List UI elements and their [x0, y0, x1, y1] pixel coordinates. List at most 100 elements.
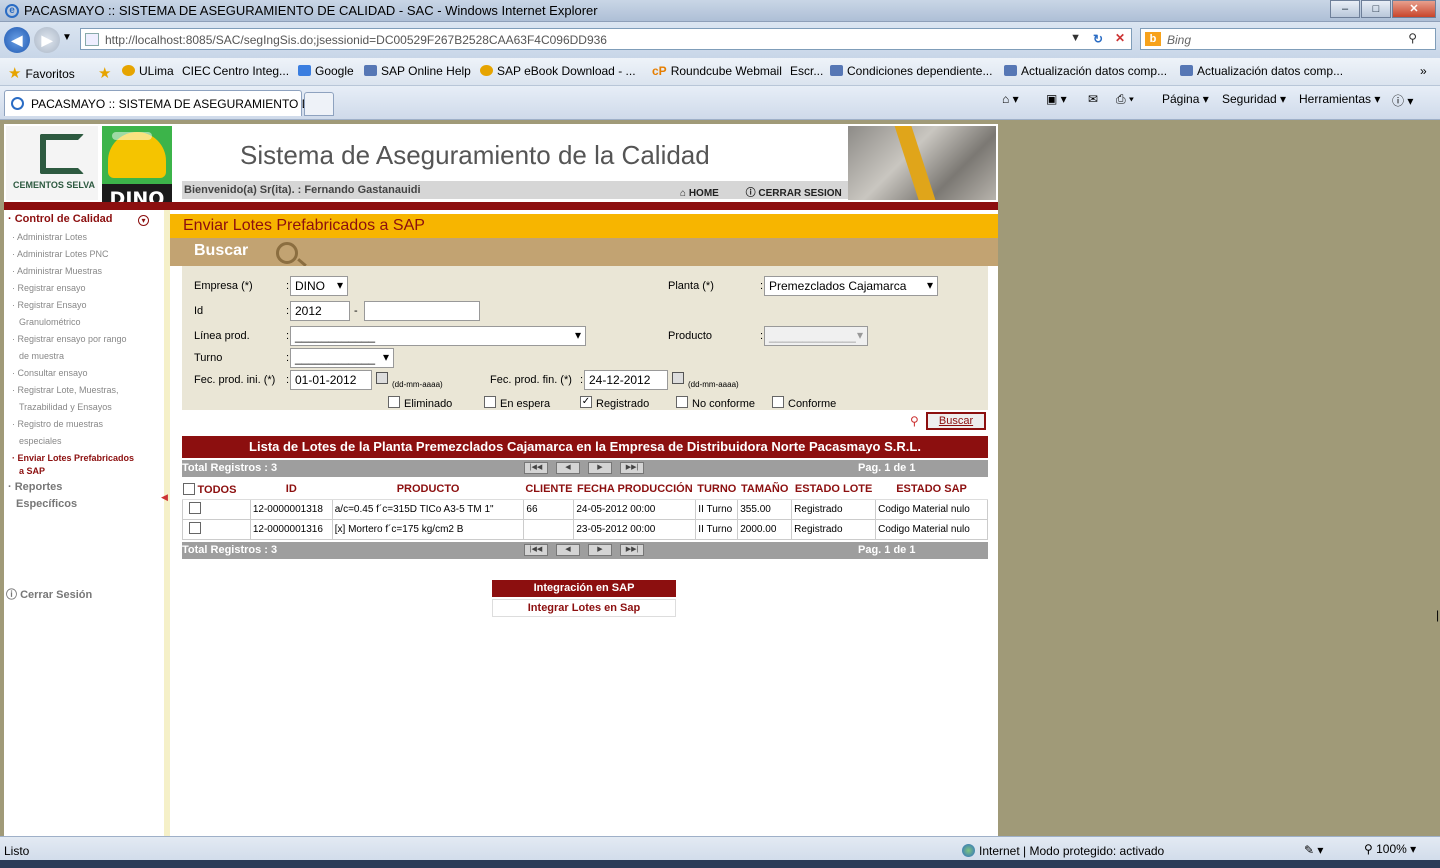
print-icon[interactable]: ⎙ ▾ [1116, 92, 1134, 107]
refresh-icon[interactable]: ↻ [1093, 32, 1103, 46]
sidebar-section-especificos[interactable]: Específicos [16, 498, 77, 510]
search-icon[interactable]: ⚲ [1408, 31, 1417, 45]
sidebar-item-registrar-ensayo-rango[interactable]: · Registrar ensayo por rango [12, 334, 127, 344]
page-menu[interactable]: Página ▾ [1162, 92, 1209, 106]
home-icon[interactable]: ⌂ ▾ [1002, 92, 1019, 106]
fav-roundcube[interactable]: cP Roundcube Webmail [652, 64, 782, 78]
maximize-button[interactable]: □ [1361, 0, 1391, 18]
calendar-ini-icon[interactable] [376, 372, 388, 384]
sidebar-item-enviar-lotes-cont[interactable]: a SAP [19, 466, 45, 476]
search-button[interactable]: Buscar [926, 412, 986, 430]
fav-sap-ebook[interactable]: SAP eBook Download - ... [480, 64, 636, 78]
sidebar-item-consultar-ensayo[interactable]: · Consultar ensayo [12, 368, 88, 378]
planta-select[interactable]: Premezclados Cajamarca [764, 276, 938, 296]
sidebar-item-administrar-lotes[interactable]: · Administrar Lotes [12, 232, 87, 242]
feeds-icon[interactable]: ▣ ▾ [1046, 92, 1067, 106]
search-button-icon: ⚲ [910, 414, 919, 428]
next-page-button[interactable]: ▶ [588, 544, 612, 556]
turno-select[interactable]: ____________ [290, 348, 394, 368]
fav-ulima[interactable]: ULima [122, 64, 174, 78]
sidebar-item-granulometrico-cont[interactable]: Granulométrico [19, 317, 81, 327]
search-field[interactable]: b Bing ⚲ [1140, 28, 1436, 50]
fav-google[interactable]: Google [298, 64, 354, 78]
sidebar-collapse-arrow-icon[interactable]: ◀ [161, 492, 168, 503]
sidebar-logout[interactable]: ⓘ Cerrar Sesión [6, 586, 92, 602]
registrado-checkbox[interactable]: ✓ [580, 396, 592, 408]
tools-menu[interactable]: Herramientas ▾ [1299, 92, 1380, 106]
close-button[interactable]: ✕ [1392, 0, 1436, 18]
sidebar-item-registrar-lote[interactable]: · Registrar Lote, Muestras, [12, 385, 119, 395]
minimize-button[interactable]: – [1330, 0, 1360, 18]
favbar-more-icon[interactable]: » [1420, 64, 1427, 78]
add-favorite-icon[interactable]: ★ [98, 64, 115, 82]
table-row[interactable]: 12-0000001318 a/c=0.45 f´c=315D TICo A3-… [182, 498, 988, 520]
last-page-button[interactable]: ▶▶| [620, 462, 644, 474]
first-page-button[interactable]: |◀◀ [524, 544, 548, 556]
next-page-button[interactable]: ▶ [588, 462, 612, 474]
row-checkbox[interactable] [189, 521, 201, 534]
table-row[interactable]: 12-0000001316 [x] Mortero f´c=175 kg/cm2… [182, 518, 988, 540]
collapse-icon[interactable]: ▾ [138, 215, 149, 226]
sidebar-section-reportes[interactable]: · Reportes [8, 481, 62, 493]
empresa-select[interactable]: DINO [290, 276, 348, 296]
producto-select[interactable]: _____________ [764, 326, 868, 346]
id-separator: - [354, 305, 358, 317]
fav-condiciones[interactable]: Condiciones dependiente... [830, 64, 992, 78]
last-page-button[interactable]: ▶▶| [620, 544, 644, 556]
row-checkbox[interactable] [189, 501, 201, 514]
cell-cliente [523, 518, 575, 540]
col-todos[interactable]: TODOS [182, 480, 251, 500]
url-field[interactable]: http://localhost:8085/SAC/segIngSis.do;j… [80, 28, 1132, 50]
zoom-level[interactable]: ⚲ 100% ▾ [1364, 842, 1416, 856]
back-button[interactable]: ◀ [4, 27, 30, 53]
help-icon[interactable]: ⓘ ▾ [1392, 92, 1413, 109]
linea-select[interactable]: ____________ [290, 326, 586, 346]
home-link[interactable]: ⌂ HOME [680, 188, 719, 199]
sidebar-item-administrar-muestras[interactable]: · Administrar Muestras [12, 266, 102, 276]
select-all-checkbox[interactable] [182, 482, 195, 495]
protected-mode-icon[interactable]: ✎ ▾ [1304, 843, 1323, 857]
conforme-checkbox[interactable] [772, 396, 784, 408]
row-checkbox-cell[interactable] [182, 518, 251, 540]
stop-icon[interactable]: ✕ [1115, 31, 1125, 45]
prev-page-button[interactable]: ◀ [556, 544, 580, 556]
calendar-fin-icon[interactable] [672, 372, 684, 384]
fav-sap-help[interactable]: SAP Online Help [364, 64, 471, 78]
sidebar-section-control-calidad[interactable]: · Control de Calidad [8, 213, 113, 225]
mail-icon[interactable]: ✉ [1088, 92, 1098, 106]
url-dropdown-icon[interactable]: ▼ [1070, 32, 1081, 44]
fav-escr[interactable]: Escr... [790, 64, 823, 78]
sidebar-item-especiales[interactable]: especiales [19, 436, 62, 446]
id-number-input[interactable] [364, 301, 480, 321]
no-conforme-checkbox[interactable] [676, 396, 688, 408]
fecha-fin-input[interactable]: 24-12-2012 [584, 370, 668, 390]
logout-link[interactable]: ⓘ CERRAR SESION [746, 188, 842, 199]
favorites-button[interactable]: ★ Favoritos [8, 64, 75, 82]
first-page-button[interactable]: |◀◀ [524, 462, 548, 474]
eliminado-checkbox[interactable] [388, 396, 400, 408]
fecha-ini-input[interactable]: 01-01-2012 [290, 370, 372, 390]
fav-centro[interactable]: Centro Integ... [213, 64, 289, 78]
security-menu[interactable]: Seguridad ▾ [1222, 92, 1286, 106]
sidebar-item-registrar-ensayo[interactable]: · Registrar ensayo [12, 283, 86, 293]
fav-actualizacion-1[interactable]: Actualización datos comp... [1004, 64, 1167, 78]
sidebar-item-registro-muestras[interactable]: · Registro de muestras [12, 419, 103, 429]
page-title: Enviar Lotes Prefabricados a SAP [183, 217, 425, 234]
tab-active[interactable]: PACASMAYO :: SISTEMA DE ASEGURAMIENTO D.… [4, 90, 320, 116]
en-espera-checkbox[interactable] [484, 396, 496, 408]
row-checkbox-cell[interactable] [182, 498, 251, 520]
sidebar-item-enviar-lotes[interactable]: · Enviar Lotes Prefabricados [12, 453, 134, 463]
prev-page-button[interactable]: ◀ [556, 462, 580, 474]
integrate-lots-link[interactable]: Integrar Lotes en Sap [492, 599, 676, 617]
sidebar-item-administrar-lotes-pnc[interactable]: · Administrar Lotes PNC [12, 249, 109, 259]
fav-actualizacion-2[interactable]: Actualización datos comp... [1180, 64, 1343, 78]
sidebar-item-rango-cont[interactable]: de muestra [19, 351, 64, 361]
id-year-input[interactable]: 2012 [290, 301, 350, 321]
security-zone[interactable]: Internet | Modo protegido: activado [962, 844, 1164, 858]
sidebar-item-registrar-ensayo-granulometrico[interactable]: · Registrar Ensayo [12, 300, 87, 310]
sidebar-item-trazabilidad[interactable]: Trazabilidad y Ensayos [19, 402, 112, 412]
history-dropdown-icon[interactable]: ▼ [62, 32, 72, 43]
fav-ciec[interactable]: CIEC [182, 64, 211, 78]
new-tab-button[interactable] [304, 92, 334, 116]
forward-button[interactable]: ▶ [34, 27, 60, 53]
